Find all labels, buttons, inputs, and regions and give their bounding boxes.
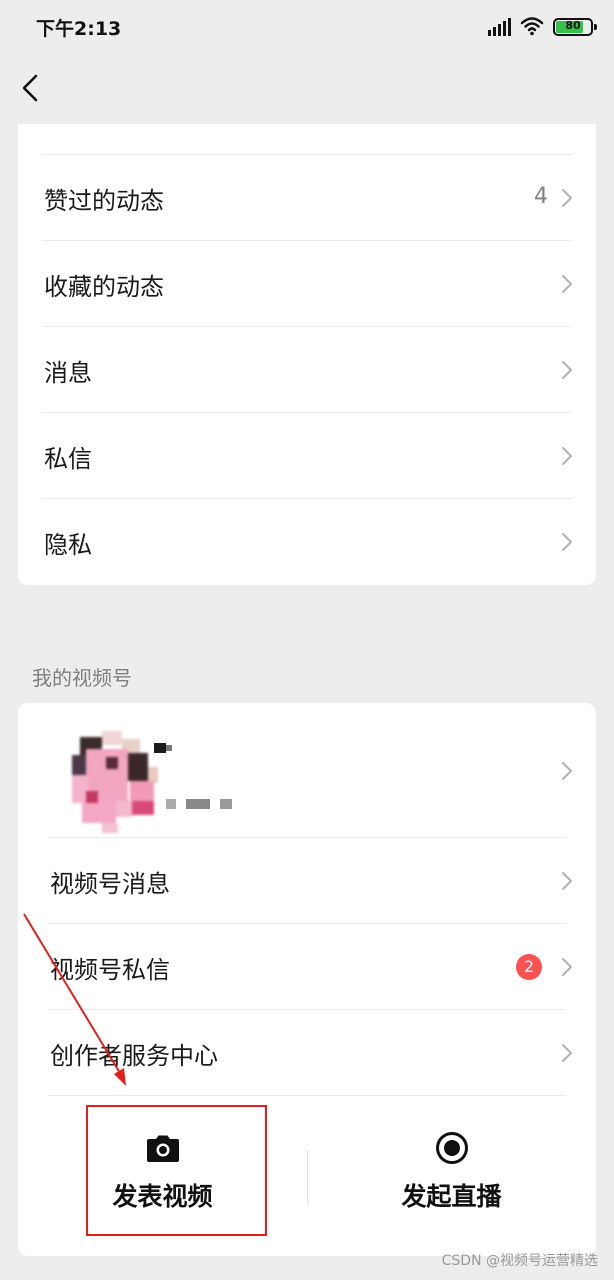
chevron-right-icon <box>562 275 572 293</box>
section-title: 我的视频号 <box>32 666 132 690</box>
menu-item-label: 私信 <box>44 445 92 473</box>
avatar <box>46 725 162 837</box>
channel-item-messages[interactable]: 视频号消息 <box>18 838 596 924</box>
chevron-right-icon <box>562 447 572 465</box>
channel-profile-row[interactable] <box>18 703 596 837</box>
channel-item-label: 创作者服务中心 <box>50 1042 218 1070</box>
channel-item-creator-center[interactable]: 创作者服务中心 <box>18 1010 596 1096</box>
signal-icon <box>488 18 511 36</box>
chevron-right-icon <box>562 189 572 207</box>
channel-card: 视频号消息 视频号私信 2 创作者服务中心 发表视频 发起直播 <box>18 703 596 1256</box>
menu-card: 赞过的动态 4 收藏的动态 消息 私信 隐私 <box>18 124 596 585</box>
chevron-right-icon <box>562 762 572 780</box>
status-bar: 下午2:13 80 <box>0 0 614 54</box>
publish-video-button[interactable]: 发表视频 <box>18 1095 307 1256</box>
menu-item-favorites[interactable]: 收藏的动态 <box>18 241 596 327</box>
chevron-right-icon <box>562 1044 572 1062</box>
start-live-label: 发起直播 <box>401 1182 502 1211</box>
back-button[interactable] <box>14 68 50 108</box>
camera-icon <box>146 1135 179 1162</box>
unread-badge: 2 <box>516 954 542 980</box>
channel-item-private-messages[interactable]: 视频号私信 2 <box>18 924 596 1010</box>
start-live-button[interactable]: 发起直播 <box>307 1095 596 1256</box>
battery-level: 80 <box>565 19 581 32</box>
nav-bar <box>0 54 614 124</box>
menu-item-label: 赞过的动态 <box>44 187 164 215</box>
menu-item-privacy[interactable]: 隐私 <box>18 499 596 585</box>
record-icon <box>435 1132 468 1164</box>
chevron-right-icon <box>562 872 572 890</box>
wifi-icon <box>520 17 544 36</box>
menu-item-label: 消息 <box>44 359 92 387</box>
publish-video-label: 发表视频 <box>112 1182 213 1211</box>
chevron-right-icon <box>562 533 572 551</box>
channel-actions: 发表视频 发起直播 <box>18 1095 596 1256</box>
watermark: CSDN @视频号运营精选 <box>441 1253 598 1269</box>
menu-item-label: 收藏的动态 <box>44 273 164 301</box>
channel-name-redacted <box>154 743 184 753</box>
chevron-right-icon <box>562 958 572 976</box>
liked-count: 4 <box>534 184 548 209</box>
menu-item-messages[interactable]: 消息 <box>18 327 596 413</box>
status-time: 下午2:13 <box>36 18 122 40</box>
menu-item-liked[interactable]: 赞过的动态 4 <box>18 155 596 241</box>
channel-item-label: 视频号消息 <box>50 870 170 898</box>
menu-item-label: 隐私 <box>44 531 92 559</box>
channel-item-label: 视频号私信 <box>50 956 170 984</box>
chevron-right-icon <box>562 361 572 379</box>
channel-subtitle-redacted <box>166 799 236 811</box>
menu-item-private-messages[interactable]: 私信 <box>18 413 596 499</box>
battery-icon: 80 <box>553 18 597 36</box>
